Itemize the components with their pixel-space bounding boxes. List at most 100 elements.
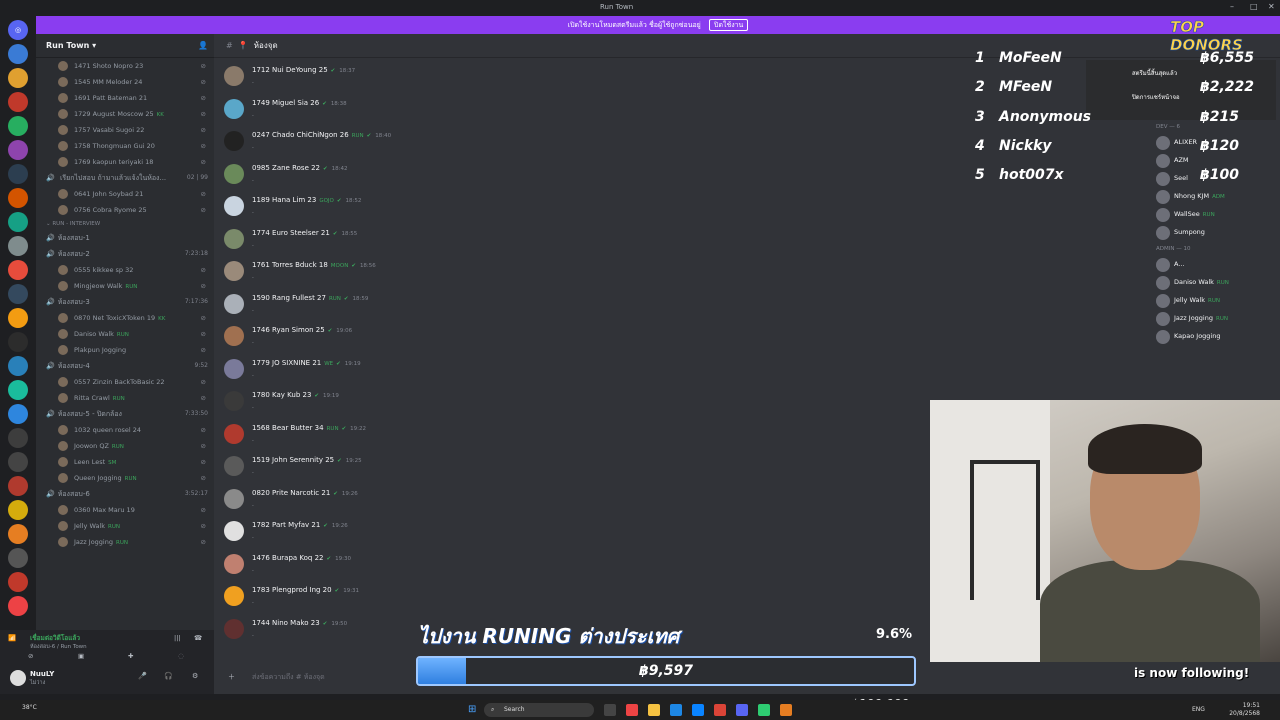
voice-user[interactable]: Queen Jogging RUN ⊘ (36, 470, 214, 486)
chat-message[interactable]: 1774 Euro Steelser 21 ✔ 18:55. (224, 227, 624, 257)
voice-user[interactable]: Ritta Crawl RUN ⊘ (36, 390, 214, 406)
file-explorer-icon[interactable] (648, 704, 660, 716)
avatar[interactable] (224, 391, 244, 411)
voice-user[interactable]: Plakpun Jogging ⊘ (36, 342, 214, 358)
server-icon[interactable] (8, 188, 28, 208)
edge-icon[interactable] (670, 704, 682, 716)
close-icon[interactable]: ✕ (1268, 2, 1275, 11)
voice-user[interactable]: Jazz Jogging RUN ⊘ (36, 534, 214, 550)
voice-user[interactable]: 1032 queen rosel 24 ⊘ (36, 422, 214, 438)
voice-user[interactable]: 1769 kaopun teriyaki 18 ⊘ (36, 154, 214, 170)
avatar[interactable] (224, 293, 244, 314)
chat-message[interactable]: 1779 JO SIXNINE 21 WE ✔ 19:19. (224, 357, 624, 387)
discord-icon[interactable] (736, 704, 748, 716)
home-icon[interactable]: ◎ (8, 20, 28, 40)
member-item[interactable]: Daniso Walk RUN (1150, 274, 1280, 292)
activities-icon[interactable]: ✚ (128, 652, 133, 660)
member-item[interactable]: Jazz Jogging RUN (1150, 310, 1280, 328)
server-icon[interactable] (8, 428, 28, 448)
taskbar-clock[interactable]: 19:51 20/8/2568 (1229, 702, 1260, 718)
soundboard-icon[interactable]: ◌ (178, 652, 184, 660)
add-member-icon[interactable]: 👤 (198, 34, 208, 58)
taskbar-search[interactable]: ⌕ Search (484, 703, 594, 717)
chat-message[interactable]: 1761 Torres Bduck 18 MOON ✔ 18:56. (224, 259, 624, 289)
member-item[interactable]: Kapao Jogging (1150, 328, 1280, 346)
avatar[interactable] (224, 196, 244, 216)
minimize-icon[interactable]: – (1230, 2, 1234, 11)
avatar[interactable] (224, 456, 244, 476)
voice-user[interactable]: 1691 Patt Bateman 21 ⊘ (36, 90, 214, 106)
voice-channel[interactable]: 🔊 ห้องสอบ-1 (36, 230, 214, 246)
chat-message[interactable]: 1476 Burapa Koq 22 ✔ 19:30. (224, 552, 624, 582)
voice-user[interactable]: 0360 Max Maru 19 ⊘ (36, 502, 214, 518)
server-icon[interactable] (8, 164, 28, 184)
server-icon[interactable] (8, 476, 28, 496)
voice-user[interactable]: 0557 Zinzin BackToBasic 22 ⊘ (36, 374, 214, 390)
voice-user[interactable]: 1729 August Moscow 25 KK ⊘ (36, 106, 214, 122)
voice-user[interactable]: Jelly Walk RUN ⊘ (36, 518, 214, 534)
server-icon[interactable] (8, 44, 28, 64)
server-header[interactable]: Run Town ▾ 👤 (36, 34, 214, 58)
avatar[interactable] (224, 358, 244, 379)
member-item[interactable]: Sumpong (1150, 224, 1280, 242)
avatar[interactable] (224, 131, 244, 151)
voice-user[interactable]: 0870 Net ToxicXToken 19 KK ⊘ (36, 310, 214, 326)
server-icon[interactable] (8, 356, 28, 376)
avatar[interactable] (224, 618, 244, 639)
member-item[interactable]: A... (1150, 256, 1280, 274)
server-icon[interactable] (8, 596, 28, 616)
voice-user[interactable]: Joowon QZ RUN ⊘ (36, 438, 214, 454)
app-icon[interactable] (780, 704, 792, 716)
server-icon[interactable] (8, 116, 28, 136)
server-icon[interactable] (8, 548, 28, 568)
server-icon[interactable] (8, 236, 28, 256)
avatar[interactable] (224, 423, 244, 444)
voice-user[interactable]: Daniso Walk RUN ⊘ (36, 326, 214, 342)
voice-channel[interactable]: 🔊 ห้องสอบ-6 3:52:17 (36, 486, 214, 502)
server-icon[interactable] (8, 92, 28, 112)
voice-channel[interactable]: 🔊 ห้องสอบ-5 - ปิดกล้อง 7:33:50 (36, 406, 214, 422)
language-indicator[interactable]: ENG (1192, 706, 1205, 713)
server-icon[interactable] (8, 380, 28, 400)
chat-message[interactable]: 1780 Kay Kub 23 ✔ 19:19. (224, 389, 624, 419)
category-header[interactable]: ⌄ RUN - INTERVIEW (36, 218, 214, 230)
voice-user[interactable]: 0756 Cobra Ryome 25 ⊘ (36, 202, 214, 218)
member-item[interactable]: Nhong KJM ADM (1150, 188, 1280, 206)
chat-message[interactable]: 1782 Part Myfav 21 ✔ 19:26. (224, 519, 624, 549)
task-view-icon[interactable] (604, 704, 616, 716)
voice-channel[interactable]: 🔊 ห้องสอบ-3 7:17:36 (36, 294, 214, 310)
deafen-icon[interactable]: 🎧 (164, 672, 173, 680)
chat-message[interactable]: 0247 Chado ChiChiNgon 26 RUN ✔ 18:40. (224, 129, 624, 159)
avatar[interactable] (224, 326, 244, 346)
avatar[interactable] (224, 553, 244, 574)
voice-user[interactable]: 1757 Vasabi Sugoi 22 ⊘ (36, 122, 214, 138)
settings-gear-icon[interactable]: ⚙ (192, 672, 198, 680)
voice-user[interactable]: Mingjeow Walk RUN ⊘ (36, 278, 214, 294)
server-icon[interactable] (8, 524, 28, 544)
server-icon[interactable] (8, 452, 28, 472)
avatar[interactable] (224, 488, 244, 509)
chrome-icon[interactable] (626, 704, 638, 716)
voice-user[interactable]: 0555 kikkee sp 32 ⊘ (36, 262, 214, 278)
chat-message[interactable]: 1749 Miguel Sia 26 ✔ 18:38. (224, 97, 624, 127)
voice-user[interactable]: 1471 Shoto Nopro 23 ⊘ (36, 58, 214, 74)
chat-message[interactable]: 1568 Bear Butter 34 RUN ✔ 19:22. (224, 422, 624, 452)
avatar[interactable] (224, 66, 244, 86)
avatar[interactable] (224, 228, 244, 249)
server-icon[interactable] (8, 140, 28, 160)
chat-message[interactable]: 1189 Hana Lim 23 GOJO ✔ 18:52. (224, 194, 624, 224)
add-attachment-icon[interactable]: ＋ (228, 666, 235, 688)
voice-channel[interactable]: 🔊 ห้องสอบ-2 7:23:18 (36, 246, 214, 262)
disable-streamer-mode-button[interactable]: ปิดใช้งาน (709, 19, 749, 31)
voice-channel-wait[interactable]: 🔊 เรียกไปสอบ ถ้ามาแล้วแจ้งในห้อง... 02 |… (36, 170, 214, 186)
avatar[interactable] (10, 670, 26, 686)
server-icon[interactable] (8, 284, 28, 304)
chat-message[interactable]: 1590 Rang Fullest 27 RUN ✔ 18:59. (224, 292, 624, 322)
avatar[interactable] (224, 163, 244, 184)
camera-off-icon[interactable]: ⊘ (28, 652, 33, 660)
windows-start-icon[interactable]: ⊞ (468, 704, 480, 716)
server-icon[interactable] (8, 212, 28, 232)
weather-widget[interactable]: 38°C (22, 704, 37, 711)
avatar[interactable] (224, 521, 244, 541)
chat-message[interactable]: 0820 Prite Narcotic 21 ✔ 19:26. (224, 487, 624, 517)
